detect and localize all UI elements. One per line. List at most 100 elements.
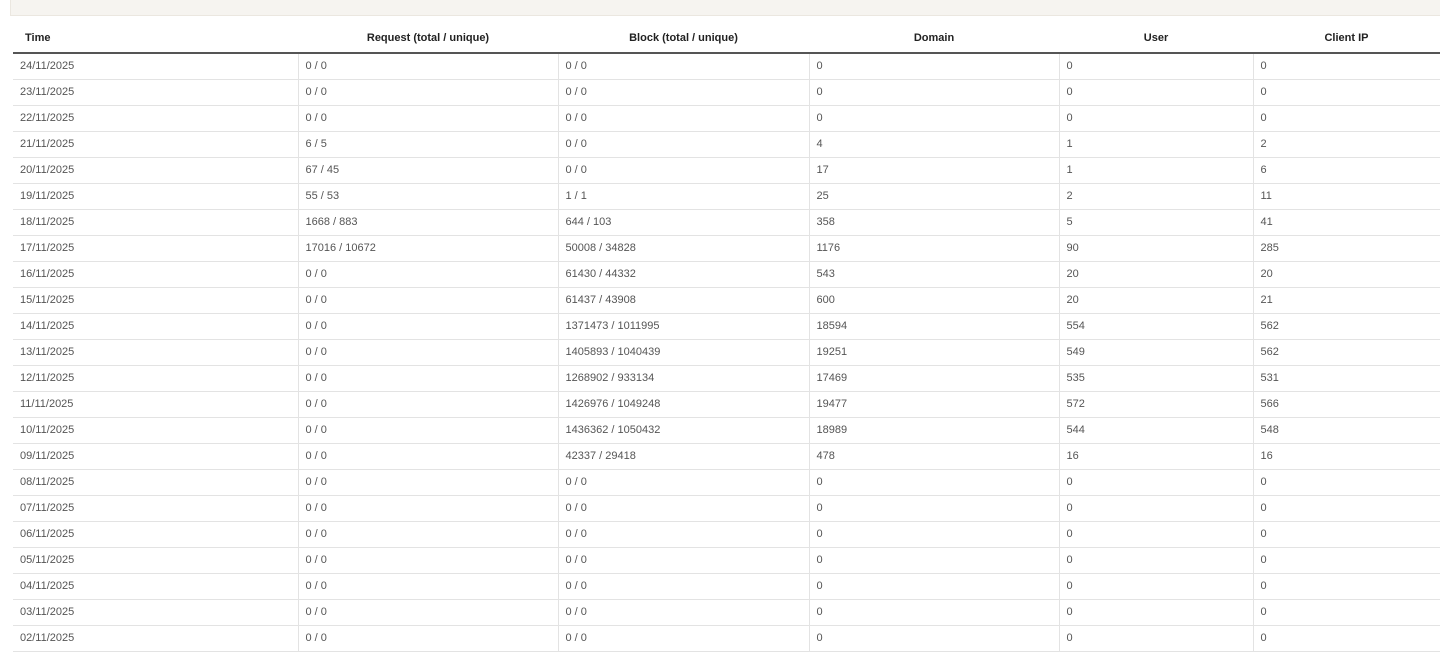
column-header-user[interactable]: User (1059, 24, 1253, 54)
request-cell: 0 / 0 (297, 547, 558, 574)
block-cell: 0 / 0 (557, 131, 809, 158)
block-cell: 0 / 0 (557, 105, 809, 132)
table-row[interactable]: 16/11/2025 0 / 0 61430 / 44332 543 20 20 (13, 261, 1440, 288)
column-header-client-ip[interactable]: Client IP (1253, 24, 1440, 54)
time-cell: 04/11/2025 (13, 573, 298, 600)
table-row[interactable]: 07/11/2025 0 / 00 / 0000 (13, 495, 1440, 522)
block-cell: 0 / 0 (557, 157, 809, 184)
request-cell: 17016 / 10672 (297, 235, 558, 262)
table-row[interactable]: 08/11/2025 0 / 00 / 0000 (13, 469, 1440, 496)
block-cell: 0 / 0 (557, 625, 809, 652)
time-cell: 14/11/2025 (13, 313, 298, 340)
domain-cell: 1176 (808, 235, 1059, 262)
user-cell: 0 (1058, 521, 1253, 548)
table-row[interactable]: 11/11/2025 0 / 0 1426976 / 1049248 19477 572… (13, 391, 1440, 418)
client-ip-cell: 20 (1252, 261, 1440, 288)
column-header-request[interactable]: Request (total / unique) (298, 24, 558, 54)
block-cell: 50008 / 34828 (557, 235, 809, 262)
domain-cell: 0 (808, 53, 1059, 80)
table-row[interactable]: 21/11/2025 6 / 50 / 0412 (13, 131, 1440, 158)
table-row[interactable]: 05/11/2025 0 / 00 / 0000 (13, 547, 1440, 574)
domain-cell: 358 (808, 209, 1059, 236)
block-cell: 644 / 103 (557, 209, 809, 236)
time-cell: 18/11/2025 (13, 209, 298, 236)
user-cell: 16 (1058, 443, 1253, 470)
client-ip-cell: 21 (1252, 287, 1440, 314)
table-row[interactable]: 09/11/2025 0 / 0 42337 / 29418 478 16 16 (13, 443, 1440, 470)
user-cell: 0 (1058, 105, 1253, 132)
domain-cell: 0 (808, 495, 1059, 522)
table-body: 24/11/2025 0 / 00 / 0 0 0 0 23/11/2025 0 / 00 … (13, 53, 1440, 652)
request-cell: 0 / 0 (297, 443, 558, 470)
user-cell: 20 (1058, 261, 1253, 288)
domain-cell: 19251 (808, 339, 1059, 366)
client-ip-cell: 562 (1252, 313, 1440, 340)
block-cell: 1 / 1 (557, 183, 809, 210)
domain-cell: 0 (808, 573, 1059, 600)
table-row[interactable]: 04/11/2025 0 / 00 / 0000 (13, 573, 1440, 600)
time-cell: 06/11/2025 (13, 521, 298, 548)
block-cell: 0 / 0 (557, 469, 809, 496)
table-row[interactable]: 14/11/2025 0 / 0 1371473 / 1011995 18594 554… (13, 313, 1440, 340)
client-ip-cell: 0 (1252, 79, 1440, 106)
time-cell: 24/11/2025 (13, 53, 298, 80)
user-cell: 544 (1058, 417, 1253, 444)
table-row[interactable]: 12/11/2025 0 / 0 1268902 / 933134 17469 535 5… (13, 365, 1440, 392)
block-cell: 0 / 0 (557, 521, 809, 548)
block-cell: 1371473 / 1011995 (557, 313, 809, 340)
table-row[interactable]: 23/11/2025 0 / 00 / 0000 (13, 79, 1440, 106)
user-cell: 572 (1058, 391, 1253, 418)
request-cell: 0 / 0 (297, 53, 558, 80)
block-cell: 0 / 0 (557, 547, 809, 574)
table-row[interactable]: 03/11/2025 0 / 00 / 0000 (13, 599, 1440, 626)
table-row[interactable]: 17/11/2025 17016 / 10672 50008 / 34828 1176… (13, 235, 1440, 262)
client-ip-cell: 531 (1252, 365, 1440, 392)
time-cell: 19/11/2025 (13, 183, 298, 210)
table-row[interactable]: 10/11/2025 0 / 0 1436362 / 1050432 18989 544… (13, 417, 1440, 444)
domain-cell: 0 (808, 521, 1059, 548)
top-banner (10, 0, 1440, 16)
time-cell: 15/11/2025 (13, 287, 298, 314)
column-header-block[interactable]: Block (total / unique) (558, 24, 809, 54)
domain-cell: 18989 (808, 417, 1059, 444)
user-cell: 0 (1058, 573, 1253, 600)
request-cell: 0 / 0 (297, 521, 558, 548)
domain-cell: 17469 (808, 365, 1059, 392)
time-cell: 23/11/2025 (13, 79, 298, 106)
table-row[interactable]: 18/11/2025 1668 / 883 644 / 103 358 5 41 (13, 209, 1440, 236)
client-ip-cell: 0 (1252, 495, 1440, 522)
user-cell: 0 (1058, 495, 1253, 522)
column-header-domain[interactable]: Domain (809, 24, 1059, 54)
client-ip-cell: 548 (1252, 417, 1440, 444)
domain-cell: 0 (808, 105, 1059, 132)
table-row[interactable]: 19/11/2025 55 / 53 1 / 1 25 2 11 (13, 183, 1440, 210)
table-row[interactable]: 22/11/2025 0 / 00 / 0000 (13, 105, 1440, 132)
request-cell: 55 / 53 (297, 183, 558, 210)
client-ip-cell: 566 (1252, 391, 1440, 418)
table-row[interactable]: 24/11/2025 0 / 00 / 0000 (13, 53, 1440, 80)
block-cell: 0 / 0 (557, 573, 809, 600)
client-ip-cell: 6 (1252, 157, 1440, 184)
block-cell: 0 / 0 (557, 599, 809, 626)
client-ip-cell: 0 (1252, 105, 1440, 132)
table-row[interactable]: 20/11/2025 67 / 45 0 / 0 17 1 6 (13, 157, 1440, 184)
user-cell: 554 (1058, 313, 1253, 340)
table-row[interactable]: 06/11/2025 0 / 00 / 0000 (13, 521, 1440, 548)
time-cell: 07/11/2025 (13, 495, 298, 522)
client-ip-cell: 0 (1252, 469, 1440, 496)
table-header-row: Time Request (total / unique) Block (tot… (13, 24, 1440, 54)
user-cell: 20 (1058, 287, 1253, 314)
column-header-time[interactable]: Time (13, 24, 298, 54)
domain-cell: 17 (808, 157, 1059, 184)
stats-table-container: Time Request (total / unique) Block (tot… (13, 24, 1440, 660)
client-ip-cell: 562 (1252, 339, 1440, 366)
block-cell: 1426976 / 1049248 (557, 391, 809, 418)
table-row[interactable]: 15/11/2025 0 / 0 61437 / 43908 600 20 21 (13, 287, 1440, 314)
domain-cell: 0 (808, 547, 1059, 574)
request-cell: 0 / 0 (297, 261, 558, 288)
block-cell: 42337 / 29418 (557, 443, 809, 470)
request-cell: 0 / 0 (297, 417, 558, 444)
table-row[interactable]: 13/11/2025 0 / 0 1405893 / 1040439 19251 549… (13, 339, 1440, 366)
table-row[interactable]: 02/11/2025 0 / 00 / 0000 (13, 625, 1440, 652)
domain-cell: 25 (808, 183, 1059, 210)
